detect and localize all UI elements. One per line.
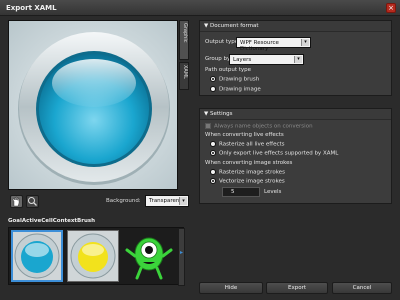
hand-icon[interactable] bbox=[10, 195, 23, 208]
tab-graphic[interactable]: Graphic bbox=[179, 20, 189, 60]
preview-toolbar: Background: Transparent ▾ bbox=[8, 194, 189, 210]
radio-rasterize-strokes[interactable]: Rasterize image strokes bbox=[210, 169, 285, 176]
hide-button[interactable]: Hide bbox=[199, 282, 263, 294]
output-type-select[interactable]: WPF Resource Dictionary ▾ bbox=[236, 37, 311, 52]
always-name-checkbox[interactable]: Always name objects on conversion bbox=[205, 123, 313, 130]
background-select[interactable]: Transparent ▾ bbox=[145, 195, 189, 207]
background-label: Background: bbox=[106, 198, 141, 204]
resource-name: GoalActiveCellContextBrush bbox=[8, 218, 96, 224]
settings-panel: ▼ Settings Always name objects on conver… bbox=[199, 108, 392, 204]
tab-xaml[interactable]: XAML bbox=[179, 62, 189, 90]
preview-tabs: Graphic XAML bbox=[179, 20, 189, 190]
title-bar: Export XAML × bbox=[0, 0, 400, 16]
radio-vectorize-strokes[interactable]: Vectorize image strokes bbox=[210, 178, 285, 185]
thumbnail-blue-orb[interactable] bbox=[11, 230, 63, 282]
strokes-label: When converting image strokes bbox=[205, 160, 293, 166]
path-output-label: Path output type bbox=[205, 67, 252, 73]
graphic-preview bbox=[8, 20, 178, 190]
thumbnail-scroll-button[interactable]: ▸ bbox=[178, 228, 185, 286]
radio-rasterize-live-effects[interactable]: Rasterize all live effects bbox=[210, 141, 285, 148]
levels-input[interactable]: 5 bbox=[222, 187, 260, 197]
export-button[interactable]: Export bbox=[266, 282, 328, 294]
thumbnail-yellow-orb[interactable] bbox=[67, 230, 119, 282]
resource-thumbnails bbox=[8, 227, 184, 285]
levels-label: Levels bbox=[264, 189, 282, 195]
zoom-icon[interactable] bbox=[26, 195, 39, 208]
settings-header[interactable]: ▼ Settings bbox=[200, 109, 391, 120]
cancel-button[interactable]: Cancel bbox=[332, 282, 392, 294]
document-format-panel: ▼ Document format Output type WPF Resour… bbox=[199, 20, 392, 96]
close-icon[interactable]: × bbox=[386, 3, 396, 13]
radio-only-export-live-effects[interactable]: Only export live effects supported by XA… bbox=[210, 150, 338, 157]
live-effects-label: When converting live effects bbox=[205, 132, 284, 138]
group-by-label: Group by bbox=[205, 56, 231, 62]
chevron-down-icon: ▾ bbox=[301, 39, 309, 46]
orb-preview-graphic bbox=[9, 21, 177, 189]
output-type-label: Output type bbox=[205, 39, 239, 45]
group-by-select[interactable]: Layers ▾ bbox=[229, 54, 304, 65]
thumbnail-green-monster[interactable] bbox=[123, 230, 175, 282]
collapse-icon: ▼ bbox=[204, 111, 209, 117]
chevron-down-icon: ▾ bbox=[179, 197, 187, 205]
chevron-right-icon: ▸ bbox=[180, 249, 184, 256]
window-title: Export XAML bbox=[6, 4, 57, 12]
collapse-icon: ▼ bbox=[204, 23, 209, 29]
radio-drawing-brush[interactable]: Drawing brush bbox=[210, 76, 259, 83]
chevron-down-icon: ▾ bbox=[294, 56, 302, 63]
document-format-header[interactable]: ▼ Document format bbox=[200, 21, 391, 32]
radio-drawing-image[interactable]: Drawing image bbox=[210, 86, 261, 93]
